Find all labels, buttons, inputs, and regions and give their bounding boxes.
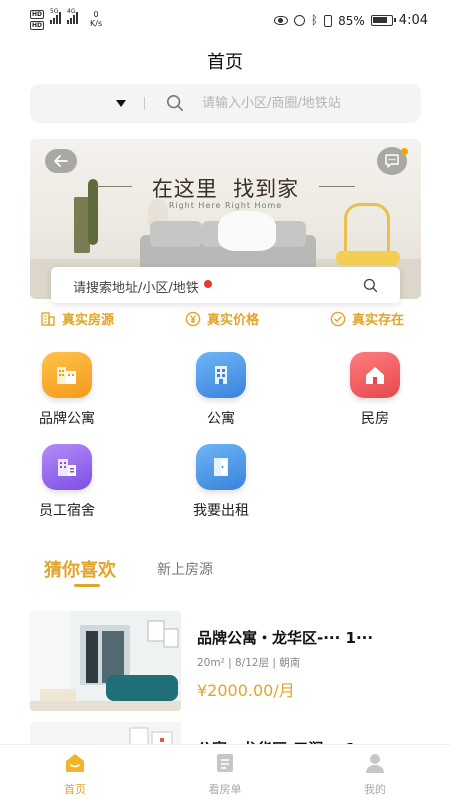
signal-4g-icon: 4G (67, 8, 79, 24)
yen-icon (185, 311, 201, 326)
battery-percent: 85% (338, 13, 365, 28)
city-dropdown-arrow-icon[interactable] (116, 100, 126, 107)
net-speed-value: 0 (93, 10, 99, 19)
banner-slogan: 在这里 找到家 (30, 173, 421, 203)
dormitory-icon (42, 444, 92, 490)
category-label: 品牌公寓 (39, 411, 95, 427)
house-icon (350, 352, 400, 398)
sim1-badge: HD (30, 10, 45, 19)
listing-meta: 20m² | 8/12层 | 朝南 (197, 657, 301, 669)
eye-comfort-icon (273, 16, 288, 25)
feature-label: 真实存在 (352, 313, 405, 328)
bluetooth-icon: ᛒ (310, 13, 319, 27)
home-screen: HD HD 5G 4G 0 K/s ᛒ 85% 4:04 首页 请输入小区/商圈… (0, 0, 450, 800)
address-search-text: 请搜索地址/小区/地铁 (73, 281, 199, 296)
net-speed: 0 K/s (90, 10, 102, 28)
chat-icon (385, 154, 399, 168)
category-label: 公寓 (207, 411, 235, 427)
category-label: 民房 (361, 411, 389, 427)
category-brand-apartment[interactable]: 品牌公寓 (22, 352, 112, 428)
search-bar (30, 84, 421, 123)
feature-real-listings: 真实房源 (40, 309, 114, 328)
net-speed-unit: K/s (90, 19, 103, 28)
nav-viewing-list[interactable]: 看房单 (185, 751, 265, 797)
listing-thumbnail (30, 611, 181, 711)
address-search-card[interactable]: 请搜索地址/小区/地铁 (51, 267, 400, 303)
signal-4g-label: 4G (67, 8, 76, 15)
nav-label: 看房单 (208, 783, 242, 796)
door-icon (196, 444, 246, 490)
tab-underline (74, 584, 100, 587)
signal-5g-label: 5G (50, 8, 59, 15)
tab-new-listings[interactable]: 新上房源 (157, 559, 213, 579)
feature-label: 真实房源 (62, 313, 115, 328)
search-icon (363, 278, 378, 293)
page-title: 首页 (207, 52, 243, 73)
nav-label: 首页 (64, 783, 86, 796)
nav-home[interactable]: 首页 (35, 751, 115, 797)
tab-guess-you-like[interactable]: 猜你喜欢 (44, 556, 116, 582)
listing-title: 品牌公寓・龙华区-··· 1··· (197, 629, 374, 647)
clock: 4:04 (398, 13, 428, 28)
listing-item[interactable]: 品牌公寓・龙华区-··· 1··· 20m² | 8/12层 | 朝南 ¥200… (30, 611, 430, 711)
user-icon (363, 751, 387, 775)
banner-pillow (218, 211, 276, 251)
message-button[interactable] (377, 147, 408, 175)
category-label: 员工宿舍 (39, 503, 95, 519)
slogan-right: 找到家 (233, 177, 300, 201)
vibrate-icon (324, 14, 333, 27)
search-icon (166, 94, 184, 112)
signal-5g-icon: 5G (50, 8, 62, 24)
battery-fill (372, 17, 387, 23)
category-apartment[interactable]: 公寓 (176, 352, 266, 428)
battery-icon (370, 15, 396, 26)
feature-label: 真实价格 (207, 313, 260, 328)
search-input[interactable] (202, 92, 412, 114)
search-divider (144, 97, 145, 110)
feature-real-existence: 真实存在 (330, 309, 404, 328)
notification-dot (401, 148, 408, 155)
nav-label: 我的 (364, 783, 386, 796)
home-icon (63, 751, 87, 775)
sim2-badge: HD (30, 21, 45, 30)
list-icon (213, 751, 237, 775)
arrow-left-icon (54, 155, 68, 167)
back-button[interactable] (45, 149, 77, 173)
category-house[interactable]: 民房 (330, 352, 420, 428)
feature-real-price: 真实价格 (185, 309, 259, 328)
category-dormitory[interactable]: 员工宿舍 (22, 444, 112, 520)
features-row: 真实房源 真实价格 真实存在 (0, 309, 450, 331)
sim-indicator: HD HD (30, 10, 45, 30)
red-dot (204, 280, 212, 288)
banner-chair-seat (336, 251, 400, 265)
apartment-icon (196, 352, 246, 398)
building-icon (41, 311, 55, 326)
nav-profile[interactable]: 我的 (335, 751, 415, 797)
category-label: 我要出租 (193, 503, 249, 519)
check-circle-icon (330, 311, 346, 326)
status-bar: HD HD 5G 4G 0 K/s ᛒ 85% 4:04 (0, 0, 450, 40)
slogan-left: 在这里 (151, 177, 218, 201)
brand-apartment-icon (42, 352, 92, 398)
listing-price: ¥2000.00/月 (197, 681, 295, 700)
category-list-for-rent[interactable]: 我要出租 (176, 444, 266, 520)
alarm-icon (293, 15, 305, 26)
bottom-nav: 首页 看房单 我的 (0, 744, 450, 800)
banner-subtitle: Right Here Right Home (168, 201, 283, 210)
